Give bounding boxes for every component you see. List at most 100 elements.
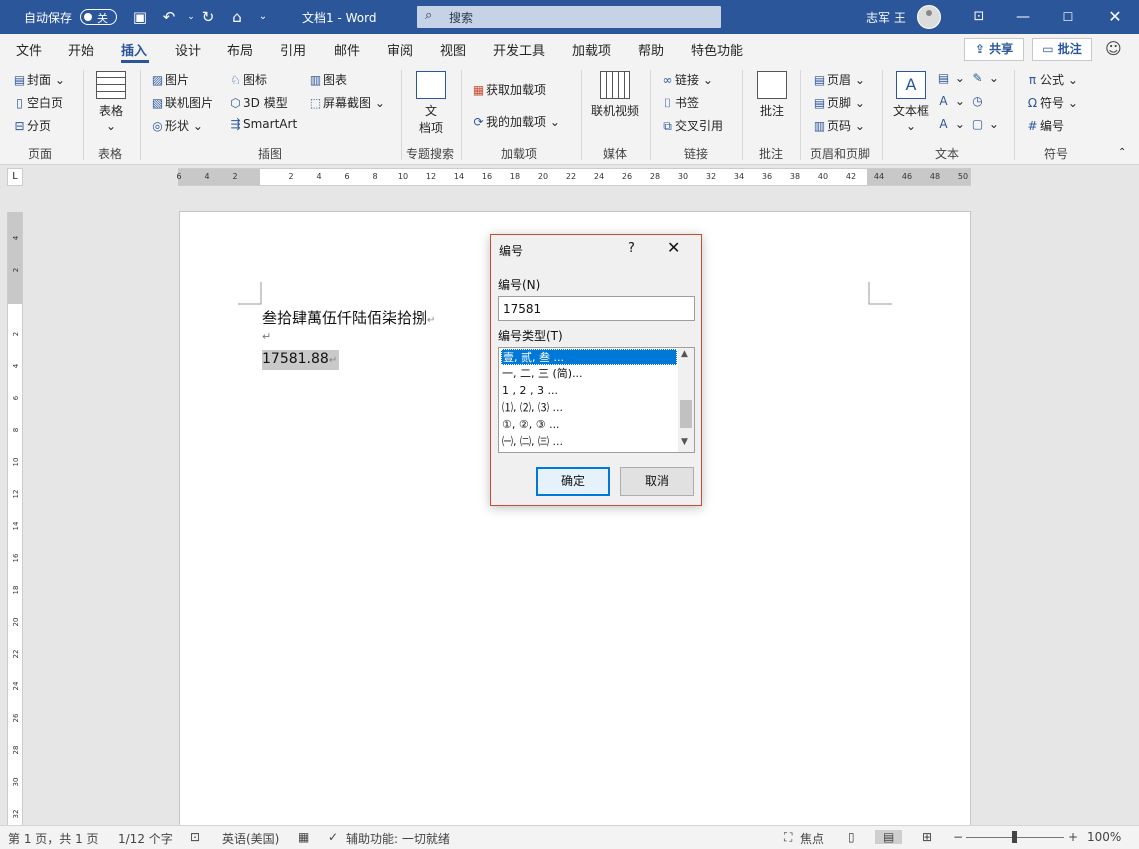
share-button[interactable]: ⇪ 共享 [964, 38, 1024, 61]
ribbon-display-icon[interactable]: ⊡ [957, 0, 1001, 34]
bookmark-button[interactable]: ⌷ 书签 [660, 94, 699, 111]
zoom-slider-thumb[interactable] [1012, 831, 1017, 843]
macro-icon[interactable]: ▦ [298, 830, 309, 844]
tab-view[interactable]: 视图 [440, 40, 466, 59]
tab-file[interactable]: 文件 [16, 40, 42, 59]
print-layout-icon[interactable]: ▤ [875, 830, 903, 844]
symbol-button[interactable]: Ω 符号 ⌄ [1025, 94, 1078, 111]
zoom-out-icon[interactable]: − [953, 830, 963, 844]
icons-button[interactable]: ♘ 图标 [228, 71, 267, 88]
chart-button[interactable]: ▥ 图表 [308, 71, 347, 88]
page-break-button[interactable]: ⊟ 分页 [12, 117, 51, 134]
list-item[interactable]: 1 , 2 , 3 ... [501, 383, 677, 399]
screenshot-button[interactable]: ⬚ 屏幕截图 ⌄ [308, 94, 385, 111]
close-icon[interactable]: ✕ [1093, 0, 1137, 34]
feedback-smiley-icon[interactable]: ☺ [1105, 39, 1122, 58]
document-item-button[interactable]: 文档项 [412, 71, 450, 136]
3d-models-button[interactable]: ⬡ 3D 模型 [228, 94, 287, 111]
list-item[interactable]: ㈠, ㈡, ㈢ ... [501, 434, 677, 450]
redo-icon[interactable]: ↻ [197, 6, 219, 28]
tab-references[interactable]: 引用 [280, 40, 306, 59]
maximize-icon[interactable]: ☐ [1046, 0, 1090, 34]
tab-home[interactable]: 开始 [68, 40, 94, 59]
web-layout-icon[interactable]: ⊞ [922, 830, 932, 844]
page-number-button[interactable]: ▥ 页码 ⌄ [812, 117, 865, 134]
horizontal-ruler[interactable]: 6 4 2 2 4 6 8 10 12 14 16 18 20 22 24 26 28 30 32 34 36 38 40 4… [176, 168, 971, 186]
blank-page-button[interactable]: ▯ 空白页 [12, 94, 63, 111]
tab-developer[interactable]: 开发工具 [493, 40, 545, 59]
focus-mode[interactable]: 焦点 [800, 830, 824, 847]
proofing-icon[interactable]: ⊡ [190, 830, 200, 844]
collapse-ribbon-icon[interactable]: ⌃ [1118, 147, 1126, 158]
wordart-button[interactable]: A ⌄ [936, 94, 964, 108]
cancel-button[interactable]: 取消 [620, 467, 694, 496]
object-button[interactable]: ▢ ⌄ [970, 117, 999, 131]
tab-layout[interactable]: 布局 [227, 40, 253, 59]
number-input[interactable] [498, 296, 695, 321]
number-button[interactable]: # 编号 [1025, 117, 1064, 134]
scroll-up-icon[interactable]: ▲ [681, 349, 688, 359]
table-button[interactable]: 表格 ⌄ [92, 71, 130, 133]
autosave-toggle[interactable]: 关 [80, 9, 117, 25]
my-addins-button[interactable]: ⟳ 我的加载项 ⌄ [471, 113, 559, 130]
tab-selector[interactable]: L [7, 168, 23, 186]
tab-design[interactable]: 设计 [175, 40, 201, 59]
search-box[interactable]: ⌕ 搜索 [417, 6, 721, 28]
comments-button[interactable]: ▭ 批注 [1032, 38, 1092, 61]
help-icon[interactable]: ? [628, 241, 635, 256]
status-bar: 第 1 页，共 1 页 1/12 个字 ⊡ 英语(美国) ▦ ✓ 辅助功能: 一… [0, 825, 1139, 849]
selected-text[interactable]: 17581.88↵ [262, 350, 340, 370]
pictures-button[interactable]: ▨ 图片 [150, 71, 189, 88]
scroll-down-icon[interactable]: ▼ [681, 437, 688, 447]
customize-qat-icon[interactable]: ⌄ [252, 6, 274, 28]
close-icon[interactable]: ✕ [667, 238, 680, 257]
link-button[interactable]: ∞ 链接 ⌄ [660, 71, 713, 88]
online-video-button[interactable]: 联机视频 [589, 71, 641, 119]
tab-insert[interactable]: 插入 [121, 40, 147, 59]
symbol-label: 符号 [1040, 96, 1065, 110]
list-item[interactable]: 一, 二, 三 (简)... [501, 366, 677, 382]
smartart-button[interactable]: ⇶ SmartArt [228, 117, 297, 131]
list-item[interactable]: 壹, 贰, 叁 ... [501, 349, 677, 365]
tab-mailings[interactable]: 邮件 [334, 40, 360, 59]
avatar[interactable] [917, 5, 941, 29]
tab-help[interactable]: 帮助 [638, 40, 664, 59]
shapes-button[interactable]: ◎ 形状 ⌄ [150, 117, 203, 134]
zoom-level[interactable]: 100% [1087, 830, 1121, 844]
signature-line-button[interactable]: ✎ ⌄ [970, 71, 998, 85]
user-name[interactable]: 志军 王 [866, 9, 906, 26]
list-item[interactable]: ①, ②, ③ ... [501, 417, 677, 433]
tab-review[interactable]: 审阅 [387, 40, 413, 59]
zoom-in-icon[interactable]: + [1068, 830, 1078, 844]
drop-cap-button[interactable]: A ⌄ [936, 117, 964, 131]
document-paragraph[interactable]: 叁拾肆萬伍仟陆佰柒拾捌↵ [262, 307, 435, 328]
save-icon[interactable]: ▣ [129, 6, 151, 28]
language-status[interactable]: 英语(美国) [222, 830, 279, 847]
date-time-button[interactable]: ◷ [970, 94, 985, 108]
minimize-icon[interactable]: — [1001, 0, 1045, 34]
accessibility-status[interactable]: 辅助功能: 一切就绪 [346, 830, 450, 847]
list-item[interactable]: ⑴, ⑵, ⑶ ... [501, 400, 677, 416]
equation-button[interactable]: π 公式 ⌄ [1025, 71, 1078, 88]
ok-button[interactable]: 确定 [536, 467, 610, 496]
touch-mode-icon[interactable]: ⌂ [226, 6, 248, 28]
cross-reference-button[interactable]: ⧉ 交叉引用 [660, 117, 723, 134]
cover-page-button[interactable]: ▤ 封面 ⌄ [12, 71, 65, 88]
tab-addins[interactable]: 加载项 [572, 40, 611, 59]
word-count[interactable]: 1/12 个字 [118, 830, 173, 847]
footer-button[interactable]: ▤ 页脚 ⌄ [812, 94, 865, 111]
quick-parts-button[interactable]: ▤ ⌄ [936, 71, 965, 85]
undo-icon[interactable]: ↶ [158, 6, 180, 28]
scroll-thumb[interactable] [680, 400, 692, 428]
tab-features[interactable]: 特色功能 [691, 40, 743, 59]
new-comment-button[interactable]: 批注 [752, 71, 792, 119]
text-box-button[interactable]: A 文本框 ⌄ [890, 71, 932, 133]
number-type-list[interactable]: 壹, 贰, 叁 ... 一, 二, 三 (简)... 1 , 2 , 3 ...… [498, 347, 695, 453]
header-button[interactable]: ▤ 页眉 ⌄ [812, 71, 865, 88]
get-addins-button[interactable]: ▦ 获取加载项 [471, 81, 546, 98]
online-pictures-button[interactable]: ▧ 联机图片 [150, 94, 213, 111]
list-scrollbar[interactable]: ▲ ▼ [678, 348, 694, 452]
page-count[interactable]: 第 1 页，共 1 页 [8, 830, 99, 847]
vertical-ruler[interactable]: 4 2 2 4 6 8 10 12 14 16 18 20 22 24 26 28 30 32 [7, 212, 23, 825]
read-mode-icon[interactable]: ▯ [848, 830, 855, 844]
